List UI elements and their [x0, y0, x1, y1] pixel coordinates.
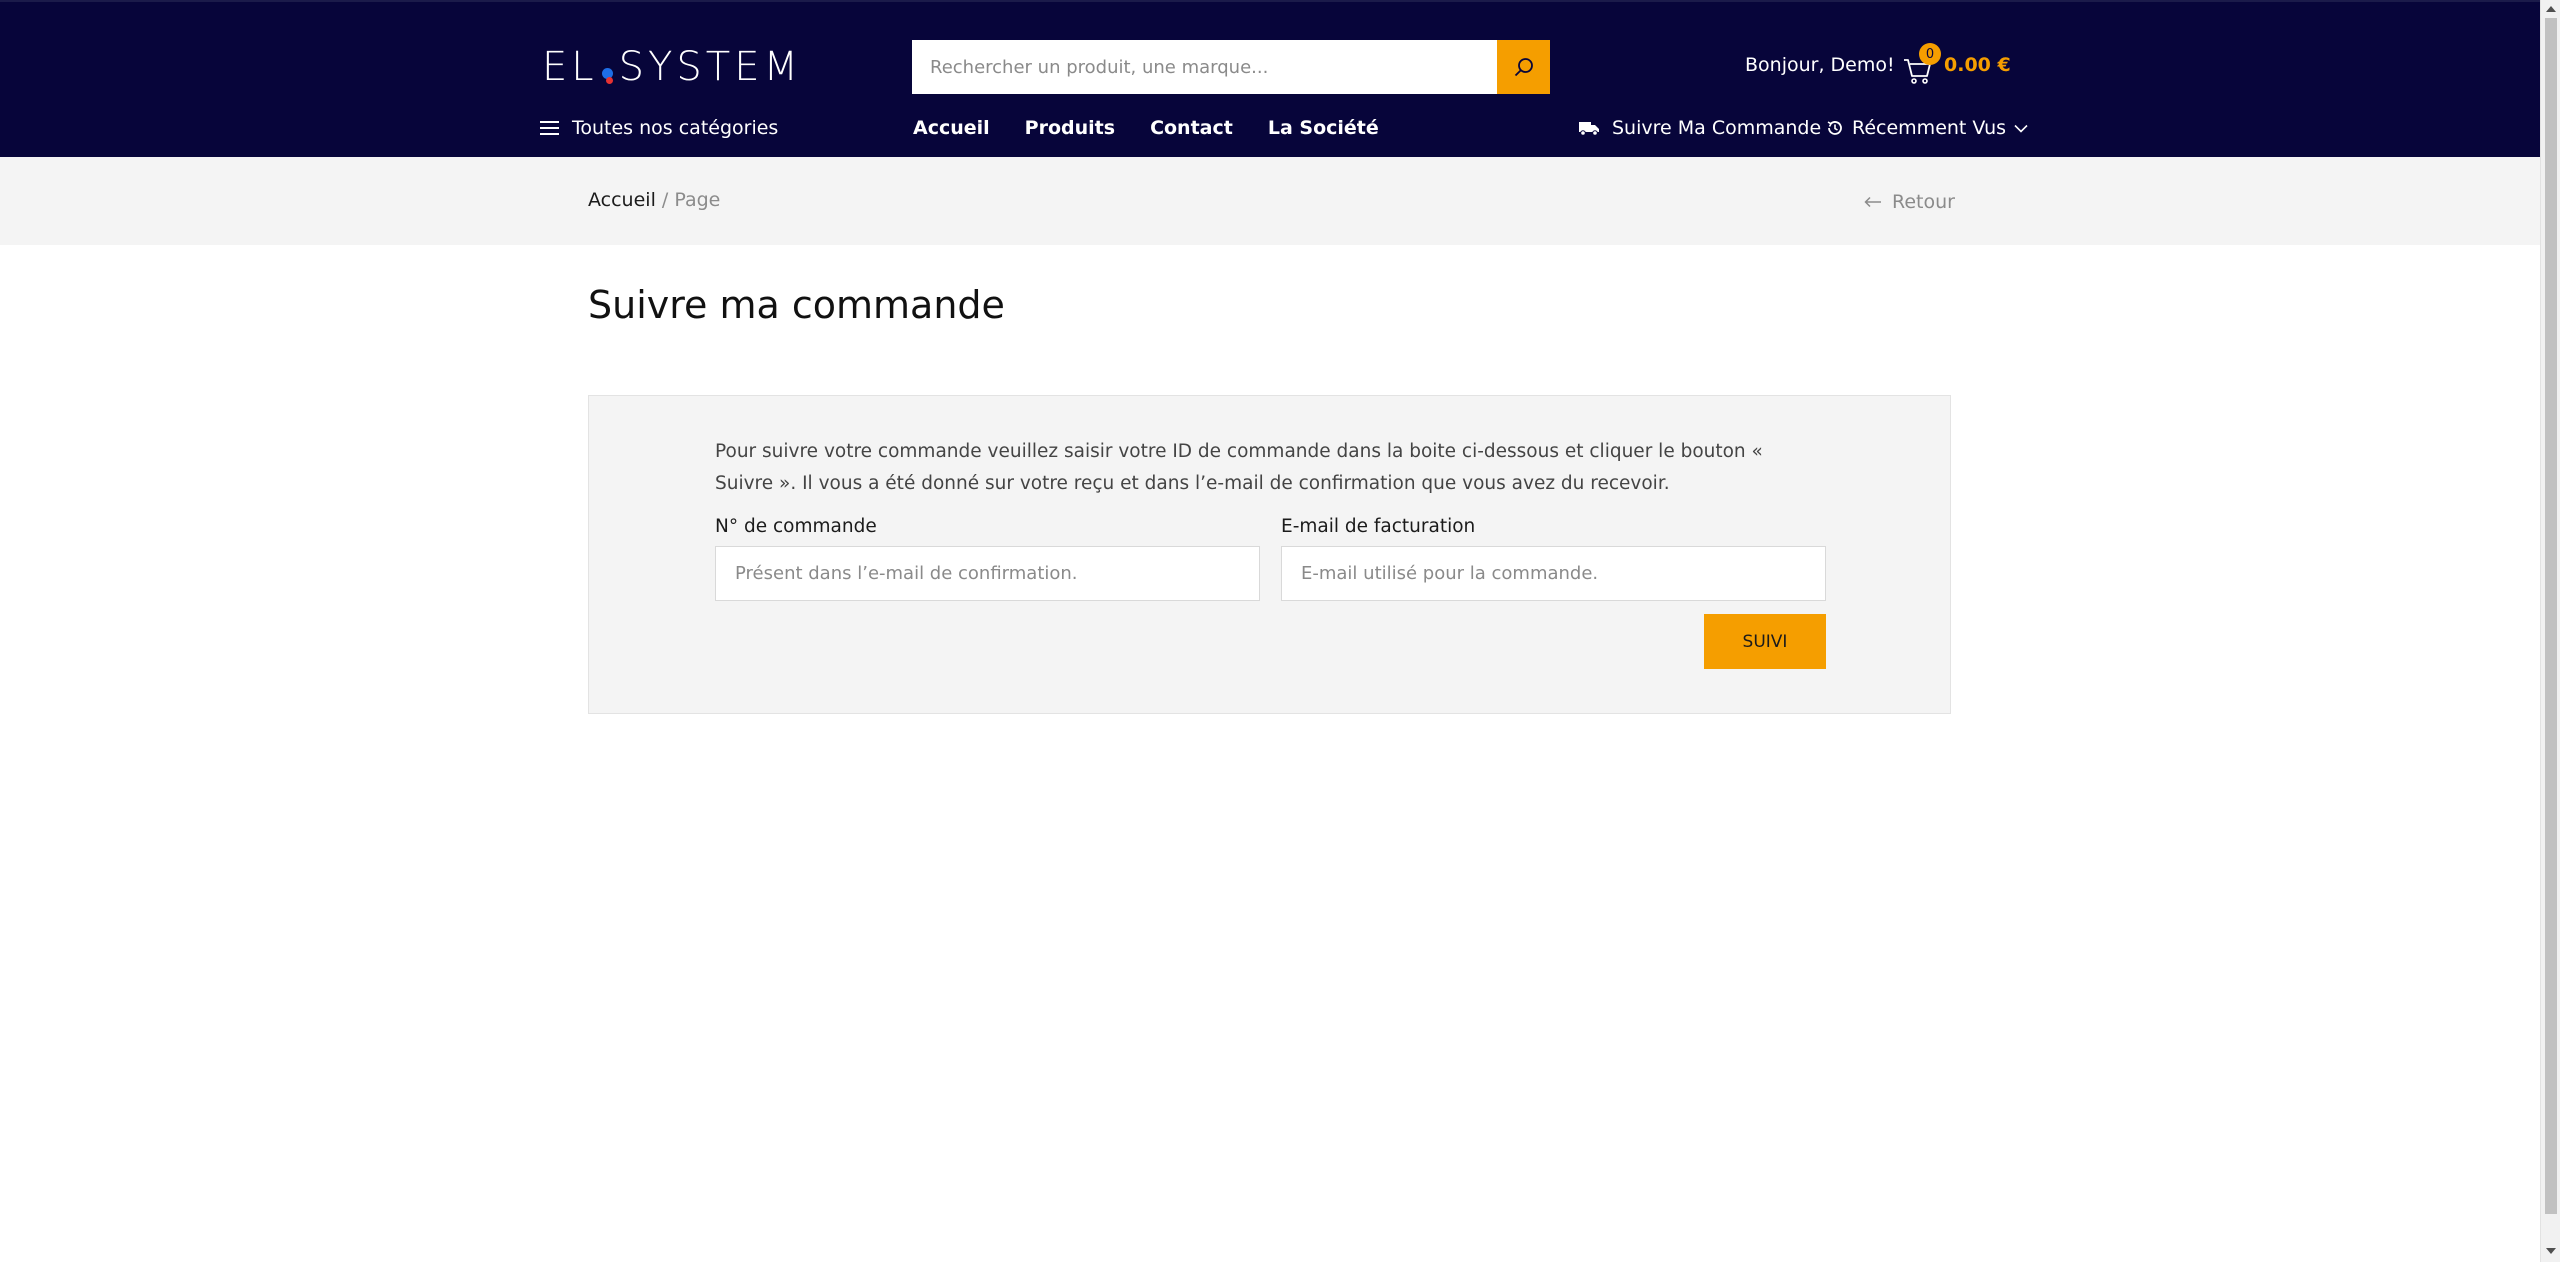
scroll-up-arrow-icon[interactable] — [2546, 6, 2556, 12]
search-input[interactable] — [912, 40, 1497, 94]
recently-viewed-dropdown[interactable]: Récemment Vus — [1826, 117, 2028, 139]
page-scrollbar[interactable] — [2540, 0, 2560, 1262]
search-bar — [912, 40, 1550, 94]
all-categories-menu[interactable]: Toutes nos catégories — [540, 117, 778, 139]
order-number-input[interactable] — [715, 546, 1260, 601]
track-order-form: Pour suivre votre commande veuillez sais… — [588, 395, 1951, 714]
recently-viewed-label: Récemment Vus — [1852, 117, 2007, 139]
form-instructions: Pour suivre votre commande veuillez sais… — [715, 441, 1763, 494]
nav-accueil[interactable]: Accueil — [913, 117, 990, 139]
nav-produits[interactable]: Produits — [1025, 117, 1115, 139]
all-categories-label: Toutes nos catégories — [572, 117, 779, 139]
billing-email-input[interactable] — [1281, 546, 1826, 601]
search-icon — [1514, 58, 1533, 77]
logo-dot-icon — [601, 67, 613, 84]
billing-email-label: E-mail de facturation — [1281, 516, 1476, 537]
nav-la-societe[interactable]: La Société — [1268, 117, 1379, 139]
breadcrumb-bar: Accueil / Page Retour — [0, 157, 2540, 245]
nav-contact[interactable]: Contact — [1150, 117, 1233, 139]
page-title: Suivre ma commande — [588, 283, 1005, 327]
track-submit-button[interactable]: SUIVI — [1704, 614, 1826, 669]
cart-count-badge: 0 — [1919, 43, 1941, 65]
track-order-label: Suivre Ma Commande — [1612, 117, 1822, 139]
user-greeting[interactable]: Bonjour, Demo! — [1745, 54, 1895, 76]
logo-text-right: SYSTEM — [618, 44, 802, 90]
breadcrumb: Accueil / Page — [588, 189, 720, 211]
chevron-down-icon — [2014, 124, 2028, 133]
back-label: Retour — [1892, 191, 1955, 213]
scroll-thumb[interactable] — [2545, 18, 2557, 1214]
logo-text-left: EL — [542, 44, 598, 90]
scroll-down-arrow-icon[interactable] — [2546, 1248, 2556, 1254]
site-logo[interactable]: EL SYSTEM — [542, 46, 802, 88]
breadcrumb-separator: / — [661, 189, 669, 211]
main-nav: Accueil Produits Contact La Société — [913, 117, 1379, 139]
cart-total[interactable]: 0.00 € — [1944, 54, 2011, 76]
order-number-label: N° de commande — [715, 516, 877, 537]
site-header: EL SYSTEM Bonjour, Demo! 0 0.00 € Toutes… — [0, 0, 2540, 157]
track-order-link[interactable]: Suivre Ma Commande — [1578, 117, 1821, 139]
truck-icon — [1579, 122, 1599, 136]
arrow-left-icon — [1864, 196, 1881, 208]
back-link[interactable]: Retour — [1864, 191, 1955, 213]
search-button[interactable] — [1497, 40, 1550, 94]
history-icon — [1827, 121, 1842, 135]
hamburger-icon — [540, 121, 559, 135]
breadcrumb-current: Page — [674, 189, 721, 211]
breadcrumb-home[interactable]: Accueil — [588, 189, 656, 211]
